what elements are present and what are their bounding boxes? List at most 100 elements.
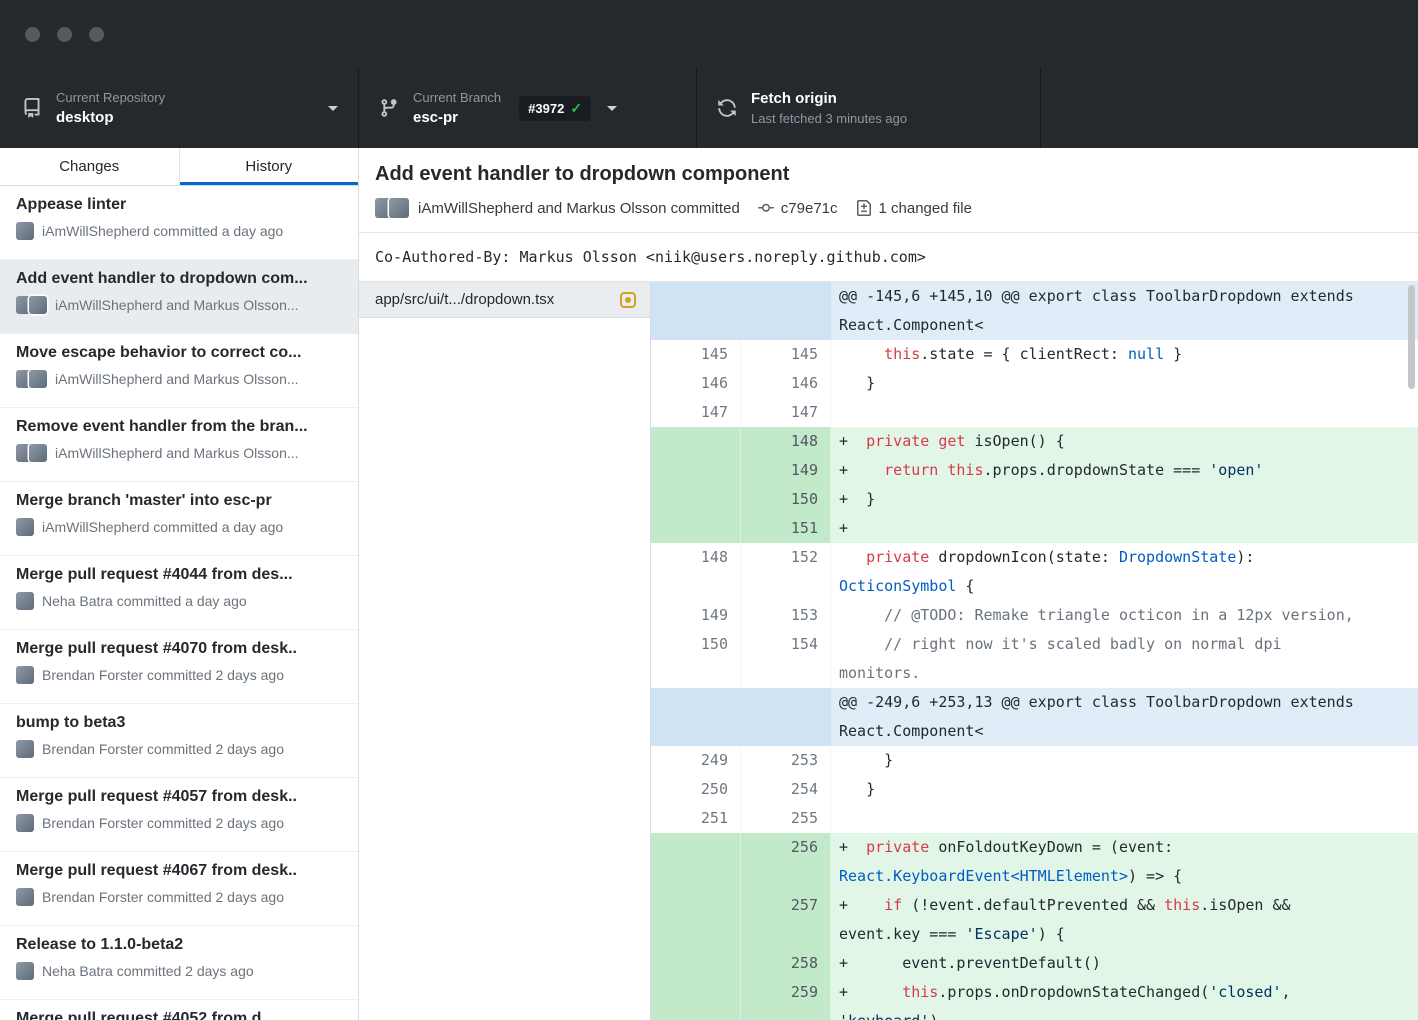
commit-title: Add event handler to dropdown component	[375, 163, 1402, 186]
code-line: + event.preventDefault()	[831, 949, 1418, 978]
commit-item-byline: Brendan Forster committed 2 days ago	[42, 815, 284, 831]
commit-item-meta: iAmWillShepherd and Markus Olsson...	[16, 444, 342, 462]
old-line-number	[651, 514, 741, 543]
tab-changes[interactable]: Changes	[0, 148, 180, 185]
commit-item-meta: Brendan Forster committed 2 days ago	[16, 814, 342, 832]
old-line-number	[651, 891, 741, 949]
commit-list-item[interactable]: Move escape behavior to correct co...iAm…	[0, 334, 358, 408]
branch-switcher-button[interactable]: Current Branch esc-pr #3972 ✓	[359, 68, 697, 148]
diff-line-added: 258+ event.preventDefault()	[651, 949, 1418, 978]
code-line: + this.props.onDropdownStateChanged('clo…	[831, 978, 1418, 1020]
git-commit-icon	[758, 200, 774, 216]
commit-item-title: Merge branch 'master' into esc-pr	[16, 492, 342, 510]
avatar	[29, 444, 47, 462]
new-line-number: 255	[741, 804, 831, 833]
commit-history-list: Appease linter iAmWillShepherd committed …	[0, 186, 358, 1020]
commit-item-byline: Neha Batra committed a day ago	[42, 593, 247, 609]
titlebar	[0, 0, 1418, 68]
new-line-number: 154	[741, 630, 831, 688]
commit-list-item[interactable]: Merge pull request #4067 from desk..Bren…	[0, 852, 358, 926]
commit-list-item[interactable]: Remove event handler from the bran... iAm…	[0, 408, 358, 482]
old-line-number	[651, 456, 741, 485]
commit-list-item[interactable]: Release to 1.1.0-beta2Neha Batra committ…	[0, 926, 358, 1000]
commit-list-item[interactable]: Merge pull request #4044 from des...Neha…	[0, 556, 358, 630]
commit-list-item[interactable]: Appease linter iAmWillShepherd committed …	[0, 186, 358, 260]
sync-icon	[717, 98, 737, 118]
new-line-number: 153	[741, 601, 831, 630]
commit-item-meta: Neha Batra committed a day ago	[16, 592, 342, 610]
tab-history[interactable]: History	[180, 148, 359, 185]
code-line: + private onFoldoutKeyDown = (event: Rea…	[831, 833, 1418, 891]
new-line-number: 259	[741, 978, 831, 1020]
chevron-down-icon	[328, 106, 338, 111]
commit-list-item[interactable]: Merge pull request #4052 from d...	[0, 1000, 358, 1020]
old-line-number: 145	[651, 340, 741, 369]
diff-line-context: 147147	[651, 398, 1418, 427]
pr-badge: #3972 ✓	[519, 96, 591, 121]
modified-file-icon	[620, 292, 636, 308]
commit-item-title: Appease linter	[16, 196, 342, 214]
sidebar-tabs: Changes History	[0, 148, 358, 186]
repository-label: Current Repository	[56, 90, 165, 105]
new-line-number: 254	[741, 775, 831, 804]
old-line-number	[651, 949, 741, 978]
new-line-number: 145	[741, 340, 831, 369]
diff-hunk-header: @@ -249,6 +253,13 @@ export class Toolba…	[651, 688, 1418, 746]
commit-list-item[interactable]: Merge pull request #4057 from desk..Bren…	[0, 778, 358, 852]
code-line: + return this.props.dropdownState === 'o…	[831, 456, 1418, 485]
code-line: }	[831, 775, 1418, 804]
commit-item-byline: iAmWillShepherd and Markus Olsson...	[55, 445, 299, 461]
fetch-title: Fetch origin	[751, 90, 907, 107]
new-line-number: 150	[741, 485, 831, 514]
code-line: // @TODO: Remake triangle octicon in a 1…	[831, 601, 1418, 630]
fetch-origin-button[interactable]: Fetch origin Last fetched 3 minutes ago	[697, 68, 1041, 148]
commit-list-item[interactable]: Merge pull request #4070 from desk.. Bren…	[0, 630, 358, 704]
new-line-number: 149	[741, 456, 831, 485]
avatar	[16, 888, 34, 906]
branch-label: Current Branch	[413, 90, 501, 105]
minimize-button[interactable]	[57, 27, 72, 42]
new-line-number: 257	[741, 891, 831, 949]
new-line-number: 148	[741, 427, 831, 456]
avatar	[16, 592, 34, 610]
zoom-button[interactable]	[89, 27, 104, 42]
old-line-number: 147	[651, 398, 741, 427]
code-line	[831, 804, 1418, 833]
old-line-number: 249	[651, 746, 741, 775]
diff-line-context: 149153 // @TODO: Remake triangle octicon…	[651, 601, 1418, 630]
avatar	[29, 296, 47, 314]
commit-authors: iAmWillShepherd and Markus Olsson commit…	[418, 200, 740, 217]
code-line: @@ -249,6 +253,13 @@ export class Toolba…	[831, 688, 1418, 746]
commit-item-meta: Brendan Forster committed 2 days ago	[16, 740, 342, 758]
commit-list-item[interactable]: Add event handler to dropdown com...iAmW…	[0, 260, 358, 334]
code-line: // right now it's scaled badly on normal…	[831, 630, 1418, 688]
diff-scrollbar[interactable]	[1408, 285, 1415, 389]
diff-line-added: 151+	[651, 514, 1418, 543]
commit-item-title: Remove event handler from the bran...	[16, 418, 342, 436]
commit-item-meta: Brendan Forster committed 2 days ago	[16, 666, 342, 684]
commit-item-title: Add event handler to dropdown com...	[16, 270, 342, 288]
fetch-text: Fetch origin Last fetched 3 minutes ago	[751, 90, 907, 126]
old-line-number: 251	[651, 804, 741, 833]
close-button[interactable]	[25, 27, 40, 42]
code-line: + if (!event.defaultPrevented && this.is…	[831, 891, 1418, 949]
diff-line-context: 146146 }	[651, 369, 1418, 398]
window-controls	[25, 27, 104, 42]
commit-header: Add event handler to dropdown component …	[359, 148, 1418, 233]
old-line-number	[651, 688, 741, 746]
commit-item-meta: iAmWillShepherd committed a day ago	[16, 222, 342, 240]
commit-item-byline: Brendan Forster committed 2 days ago	[42, 889, 284, 905]
commit-list-item[interactable]: bump to beta3Brendan Forster committed 2…	[0, 704, 358, 778]
commit-item-title: Move escape behavior to correct co...	[16, 344, 342, 362]
commit-item-title: Merge pull request #4070 from desk..	[16, 640, 342, 658]
avatar	[16, 962, 34, 980]
chevron-down-icon	[607, 106, 617, 111]
commit-list-item[interactable]: Merge branch 'master' into esc-priAmWill…	[0, 482, 358, 556]
file-list-item[interactable]: app/src/ui/t.../dropdown.tsx	[359, 282, 650, 318]
file-diff-icon	[856, 200, 872, 216]
repository-switcher-button[interactable]: Current Repository desktop	[0, 68, 359, 148]
content: Changes History Appease linter iAmWillShe…	[0, 148, 1418, 1020]
old-line-number: 150	[651, 630, 741, 688]
pr-number: #3972	[528, 101, 564, 116]
code-line: private dropdownIcon(state: DropdownStat…	[831, 543, 1418, 601]
